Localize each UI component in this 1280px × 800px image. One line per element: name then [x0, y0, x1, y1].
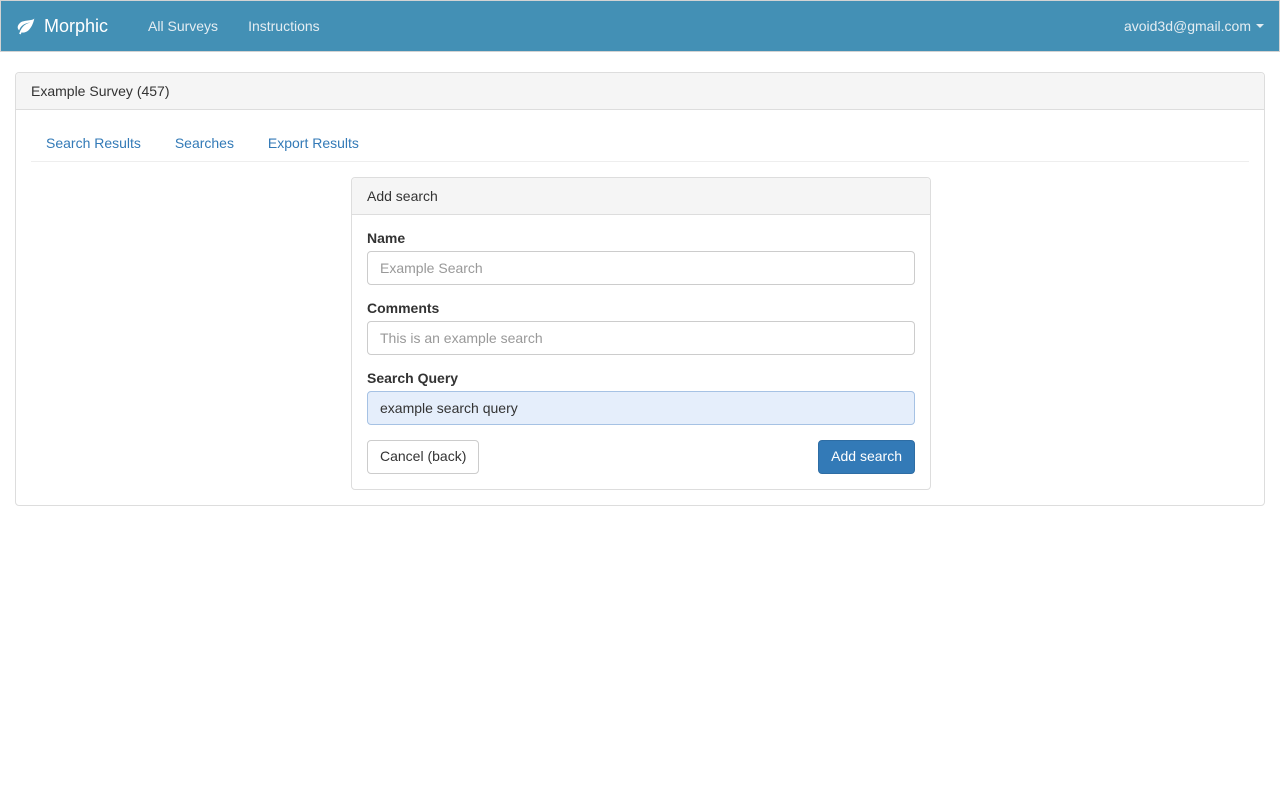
query-label: Search Query — [367, 370, 915, 386]
tab-searches[interactable]: Searches — [160, 125, 249, 161]
container: Example Survey (457) Search Results Sear… — [0, 52, 1280, 506]
form-actions: Cancel (back) Add search — [367, 440, 915, 474]
leaf-icon — [16, 16, 36, 36]
form-body: Name Comments Search Query Cancel (back)… — [352, 215, 930, 489]
nav-all-surveys[interactable]: All Surveys — [133, 3, 233, 49]
add-search-panel: Add search Name Comments Search Query — [351, 177, 931, 490]
name-group: Name — [367, 230, 915, 285]
form-title: Add search — [352, 178, 930, 215]
tab-export-results[interactable]: Export Results — [253, 125, 374, 161]
name-input[interactable] — [367, 251, 915, 285]
user-dropdown[interactable]: avoid3d@gmail.com — [1109, 3, 1264, 49]
comments-group: Comments — [367, 300, 915, 355]
brand-text: Morphic — [44, 16, 108, 37]
survey-panel: Example Survey (457) Search Results Sear… — [15, 72, 1265, 506]
caret-down-icon — [1256, 24, 1264, 28]
nav-right: avoid3d@gmail.com — [1109, 3, 1264, 49]
submit-button[interactable]: Add search — [818, 440, 915, 474]
query-group: Search Query — [367, 370, 915, 425]
navbar: Morphic All Surveys Instructions avoid3d… — [0, 0, 1280, 52]
tabs: Search Results Searches Export Results — [31, 125, 1249, 162]
comments-label: Comments — [367, 300, 915, 316]
user-email: avoid3d@gmail.com — [1124, 18, 1251, 34]
name-label: Name — [367, 230, 915, 246]
panel-header: Example Survey (457) — [16, 73, 1264, 110]
cancel-button[interactable]: Cancel (back) — [367, 440, 479, 474]
nav-links: All Surveys Instructions — [133, 3, 335, 49]
tab-search-results[interactable]: Search Results — [31, 125, 156, 161]
brand-link[interactable]: Morphic — [16, 16, 108, 37]
query-input[interactable] — [367, 391, 915, 425]
nav-instructions[interactable]: Instructions — [233, 3, 335, 49]
comments-input[interactable] — [367, 321, 915, 355]
panel-body: Search Results Searches Export Results A… — [16, 110, 1264, 505]
